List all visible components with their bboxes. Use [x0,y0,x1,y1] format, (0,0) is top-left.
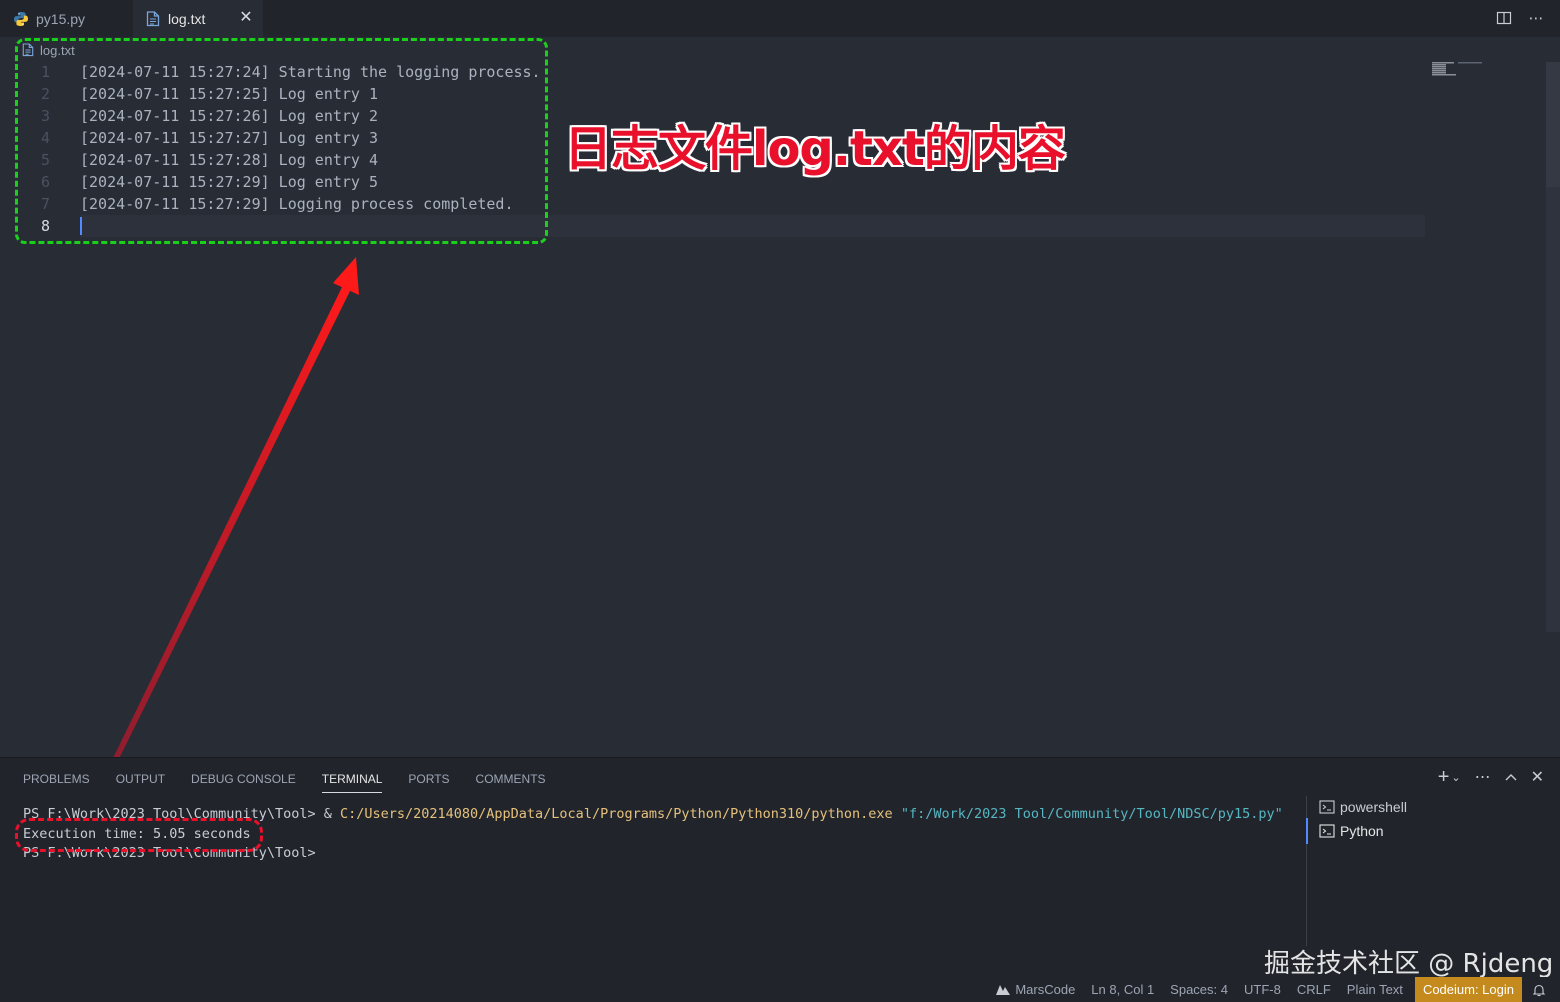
status-language[interactable]: Plain Text [1339,977,1411,1002]
tab-terminal[interactable]: TERMINAL [321,771,383,793]
panel-tabs: PROBLEMS OUTPUT DEBUG CONSOLE TERMINAL P… [23,771,572,793]
status-eol[interactable]: CRLF [1289,977,1339,1002]
tab-debug-console[interactable]: DEBUG CONSOLE [191,771,296,793]
terminal-item-label: Python [1340,823,1384,839]
terminal-item-python[interactable]: Python [1319,820,1384,842]
highlight-box-execution-time [15,818,263,852]
watermark: 掘金技术社区 @ Rjdeng [1264,949,1554,979]
tab-problems[interactable]: PROBLEMS [23,771,90,793]
status-encoding[interactable]: UTF-8 [1236,977,1289,1002]
chevron-down-icon[interactable]: ⌄ [1451,767,1460,787]
terminal-selection-indicator [1306,818,1308,844]
terminal-item-powershell[interactable]: powershell [1319,796,1407,818]
terminal-item-label: powershell [1340,799,1407,815]
terminal-script-arg: "f:/Work/2023 Tool/Community/Tool/NDSC/p… [900,806,1283,822]
status-indentation[interactable]: Spaces: 4 [1162,977,1236,1002]
vscode-window: py15.py log.txt ✕ ⋯ log.txt 1 [2024-07-11… [0,0,1560,1002]
tab-output[interactable]: OUTPUT [116,771,165,793]
close-panel-icon[interactable]: ✕ [1531,767,1544,787]
maximize-panel-icon[interactable] [1505,767,1517,787]
bottom-panel: PROBLEMS OUTPUT DEBUG CONSOLE TERMINAL P… [0,757,1560,979]
notifications-bell-icon[interactable] [1522,977,1560,1002]
terminal-icon [1319,823,1335,839]
status-bar: MarsCode Ln 8, Col 1 Spaces: 4 UTF-8 CRL… [0,977,1560,1002]
tab-comments[interactable]: COMMENTS [476,771,546,793]
marscode-icon [995,984,1011,996]
status-marscode-label: MarsCode [1015,982,1076,997]
more-actions-icon[interactable]: ⋯ [1475,767,1491,787]
new-terminal-icon[interactable]: + [1438,766,1450,788]
tab-ports[interactable]: PORTS [408,771,449,793]
terminal-list: powershell Python [1306,796,1546,946]
terminal-exe-path: C:/Users/20214080/AppData/Local/Programs… [339,806,893,822]
terminal-icon [1319,799,1335,815]
panel-actions: + ⌄ ⋯ ✕ [1438,766,1544,788]
status-marscode[interactable]: MarsCode [987,977,1083,1002]
status-codeium[interactable]: Codeium: Login [1414,977,1522,1002]
status-cursor-position[interactable]: Ln 8, Col 1 [1083,977,1162,1002]
